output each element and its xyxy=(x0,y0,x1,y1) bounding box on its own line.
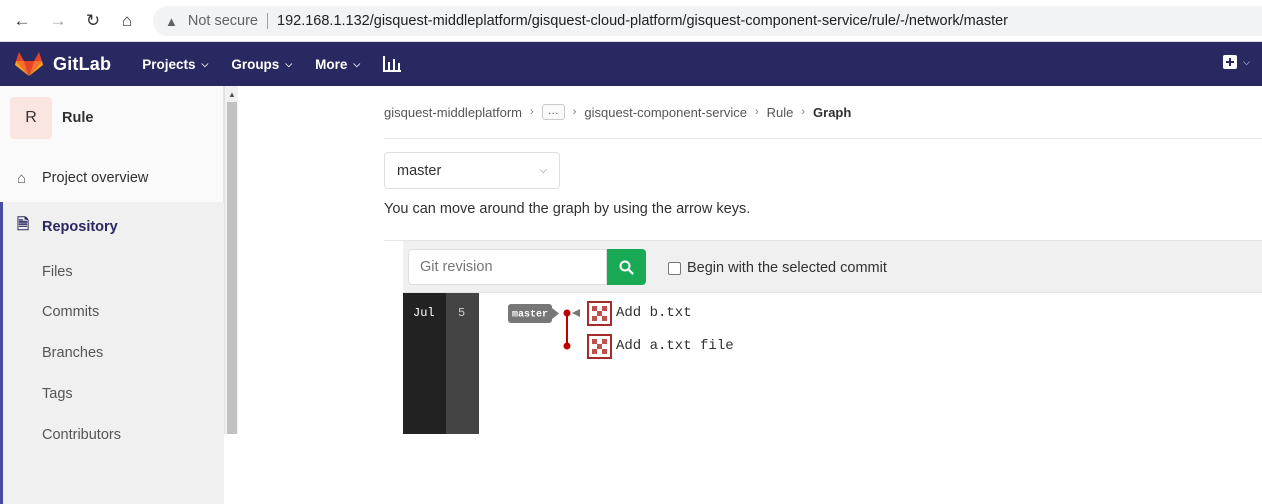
chevron-down-icon: ⌵ xyxy=(1243,56,1250,67)
chevron-right-icon: › xyxy=(572,106,577,118)
breadcrumb-current: Graph xyxy=(813,104,852,120)
chevron-down-icon: ⌵ xyxy=(539,165,547,176)
home-icon[interactable]: ⌂ xyxy=(116,10,138,32)
home-icon: ⌂ xyxy=(17,169,27,187)
graph-toolbar: Begin with the selected commit xyxy=(403,241,1262,293)
commit-avatar-2[interactable] xyxy=(587,334,612,359)
graph-hint: You can move around the graph by using t… xyxy=(384,201,751,217)
git-revision-input[interactable] xyxy=(408,249,607,285)
chevron-right-icon: › xyxy=(801,106,806,118)
new-item-dropdown[interactable]: ⌵ xyxy=(1223,55,1250,69)
scrollbar-thumb[interactable] xyxy=(227,102,237,434)
sidebar-subitem-files[interactable]: Files xyxy=(42,264,73,280)
security-label: Not secure xyxy=(187,13,258,29)
begin-with-selected-commit[interactable]: Begin with the selected commit xyxy=(668,260,887,276)
sidebar-section-repository: 🗎 Repository Files Commits Branches Tags… xyxy=(0,202,224,504)
document-icon: 🗎 xyxy=(17,216,30,233)
commit-graph: master xyxy=(508,301,612,359)
branch-label-text: master xyxy=(512,310,548,321)
commit-dot-1[interactable] xyxy=(563,309,571,317)
gitlab-logo-icon xyxy=(15,52,43,76)
checkbox-label: Begin with the selected commit xyxy=(687,260,887,276)
chevron-down-icon: ⌵ xyxy=(285,58,293,69)
graph-month-label: Jul xyxy=(413,306,435,320)
breadcrumb-item-group[interactable]: gisquest-middleplatform xyxy=(384,105,522,120)
commit-avatar-1[interactable] xyxy=(587,301,612,326)
plus-square-icon xyxy=(1223,55,1238,69)
url-text: 192.168.1.132/gisquest-middleplatform/gi… xyxy=(277,13,1008,29)
sidebar-item-label: Project overview xyxy=(42,170,149,186)
commit-dot-2[interactable] xyxy=(563,342,571,350)
project-name: Rule xyxy=(62,110,94,126)
back-icon[interactable]: ← xyxy=(11,10,33,32)
chevron-down-icon: ⌵ xyxy=(353,58,361,69)
project-sidebar: R Rule ⌂ Project overview 🗎 Repository F… xyxy=(0,86,224,504)
sidebar-subitem-tags[interactable]: Tags xyxy=(42,386,73,402)
header-nav: Projects ⌵ Groups ⌵ More ⌵ xyxy=(142,56,424,72)
breadcrumb-expand-button[interactable]: … xyxy=(541,104,565,120)
brand-name: GitLab xyxy=(53,53,112,74)
nav-projects[interactable]: Projects ⌵ xyxy=(142,57,208,72)
breadcrumb-item-project[interactable]: Rule xyxy=(767,105,794,120)
chevron-right-icon: › xyxy=(530,106,534,118)
gitlab-home-link[interactable]: GitLab xyxy=(15,51,111,77)
ref-select-value: master xyxy=(397,162,442,179)
sidebar-project-link[interactable]: R Rule xyxy=(10,97,93,139)
gitlab-header: GitLab Projects ⌵ Groups ⌵ More ⌵ ⌵ xyxy=(0,42,1262,86)
sidebar-item-repository[interactable]: 🗎 Repository xyxy=(3,214,118,239)
chevron-down-icon: ⌵ xyxy=(201,58,209,69)
reload-icon[interactable]: ↻ xyxy=(82,10,104,32)
graph-day-label: 5 xyxy=(458,306,466,320)
activity-chart-button[interactable] xyxy=(383,56,402,72)
checkbox[interactable] xyxy=(668,261,681,275)
graph-month-column: Jul xyxy=(403,293,446,434)
nav-projects-label: Projects xyxy=(142,56,196,72)
bar-chart-icon xyxy=(383,56,402,72)
nav-groups[interactable]: Groups ⌵ xyxy=(231,57,292,72)
graph-day-column: 5 xyxy=(446,293,479,434)
ref-select-dropdown[interactable]: master ⌵ xyxy=(384,152,560,189)
nav-more-label: More xyxy=(315,56,348,72)
chevron-right-icon: › xyxy=(754,106,759,118)
nav-more[interactable]: More ⌵ xyxy=(315,57,360,72)
sidebar-scrollbar[interactable]: ▲ xyxy=(224,86,238,434)
search-button[interactable] xyxy=(607,249,646,285)
divider xyxy=(384,138,1262,139)
browser-toolbar: ← → ↻ ⌂ ▲ Not secure 192.168.1.132/gisqu… xyxy=(0,0,1262,42)
forward-icon[interactable]: → xyxy=(47,10,69,32)
scroll-up-icon[interactable]: ▲ xyxy=(228,90,236,99)
sidebar-item-label: Repository xyxy=(42,218,118,235)
current-commit-marker-icon xyxy=(572,309,580,317)
breadcrumb-item-subgroup[interactable]: gisquest-component-service xyxy=(584,105,747,120)
sidebar-subitem-branches[interactable]: Branches xyxy=(42,345,103,361)
branch-label-master[interactable]: master xyxy=(508,304,559,323)
address-separator xyxy=(267,13,268,29)
warning-icon: ▲ xyxy=(165,13,178,29)
project-avatar: R xyxy=(10,97,52,139)
address-bar[interactable]: ▲ Not secure 192.168.1.132/gisquest-midd… xyxy=(153,6,1262,36)
breadcrumb: gisquest-middleplatform › … › gisquest-c… xyxy=(384,104,851,120)
commit-message[interactable]: Add a.txt file xyxy=(616,338,734,354)
search-icon xyxy=(619,260,634,275)
sidebar-subitem-contributors[interactable]: Contributors xyxy=(42,427,121,443)
commit-message[interactable]: Add b.txt xyxy=(616,305,692,321)
nav-groups-label: Groups xyxy=(231,56,280,72)
sidebar-subitem-commits[interactable]: Commits xyxy=(42,304,99,320)
sidebar-item-project-overview[interactable]: ⌂ Project overview xyxy=(0,168,224,188)
